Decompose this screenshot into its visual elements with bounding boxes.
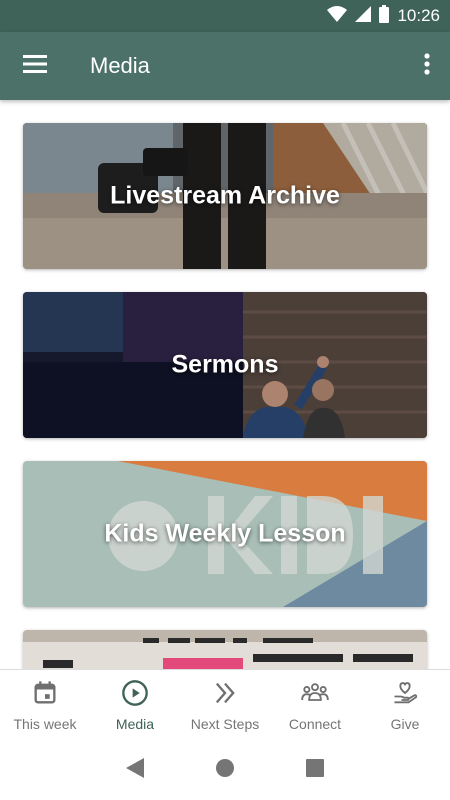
- nav-label: Next Steps: [190, 716, 260, 732]
- wifi-icon: [327, 5, 348, 27]
- battery-icon: [379, 4, 390, 28]
- hamburger-menu-icon: [23, 54, 47, 78]
- app-bar: Media: [0, 32, 450, 100]
- nav-label: Media: [115, 716, 155, 732]
- recents-button[interactable]: [295, 751, 335, 791]
- recents-square-icon: [306, 759, 324, 782]
- media-card-label: Sermons: [171, 350, 279, 379]
- nav-item-next-steps[interactable]: Next Steps: [180, 670, 270, 741]
- media-card-livestream-archive[interactable]: Livestream Archive: [23, 123, 427, 269]
- status-bar: 10:26: [0, 0, 450, 32]
- nav-label: This week: [13, 716, 77, 732]
- hand-heart-icon: [391, 679, 419, 712]
- media-card-label: Livestream Archive: [110, 181, 340, 210]
- media-card-partial[interactable]: [23, 630, 427, 669]
- back-triangle-icon: [126, 758, 144, 783]
- more-vert-icon: [424, 52, 430, 80]
- cell-signal-icon: [355, 5, 372, 27]
- media-list: Livestream Archive Sermons Kids Weekly L…: [0, 100, 450, 669]
- home-circle-icon: [215, 758, 235, 783]
- media-card-sermons[interactable]: Sermons: [23, 292, 427, 438]
- double-chevron-right-icon: [211, 679, 239, 712]
- nav-label: Connect: [288, 716, 342, 732]
- more-options-button[interactable]: [404, 32, 450, 100]
- play-circle-icon: [121, 679, 149, 712]
- page-title: Media: [90, 53, 150, 78]
- nav-item-connect[interactable]: Connect: [270, 670, 360, 741]
- people-group-icon: [301, 679, 329, 712]
- media-card-kids-weekly-lesson[interactable]: Kids Weekly Lesson: [23, 461, 427, 607]
- nav-label: Give: [390, 716, 420, 732]
- system-navigation-bar: [0, 741, 450, 800]
- nav-item-give[interactable]: Give: [360, 670, 450, 741]
- menu-button[interactable]: [0, 32, 70, 100]
- home-button[interactable]: [205, 751, 245, 791]
- back-button[interactable]: [115, 751, 155, 791]
- book-page-image: [23, 630, 427, 669]
- bottom-navigation: This week Media Next Steps Connect Give: [0, 669, 450, 741]
- status-icons: [327, 4, 390, 28]
- media-card-label: Kids Weekly Lesson: [104, 519, 346, 548]
- status-time: 10:26: [397, 6, 440, 25]
- nav-item-this-week[interactable]: This week: [0, 670, 90, 741]
- calendar-icon: [31, 679, 59, 712]
- nav-item-media[interactable]: Media: [90, 670, 180, 741]
